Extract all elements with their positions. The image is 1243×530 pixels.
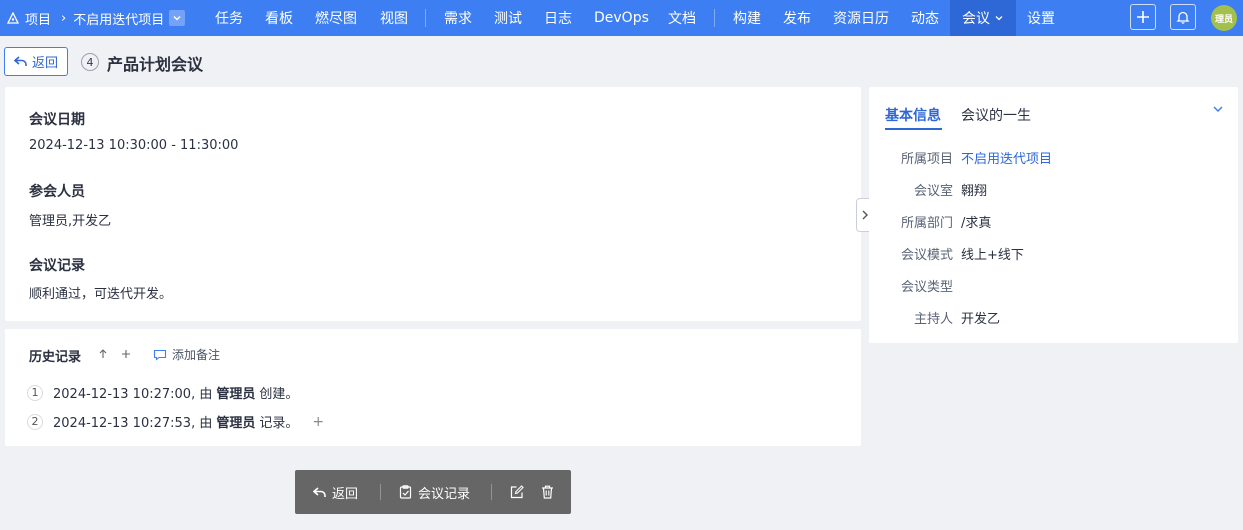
meeting-id-badge: 4 — [81, 53, 99, 71]
plus-icon — [1137, 11, 1149, 23]
field-label-host: 主持人 — [913, 312, 953, 327]
expand-entry-icon[interactable]: + — [312, 414, 324, 430]
nav-requirements[interactable]: 需求 — [444, 0, 472, 36]
field-value-project[interactable]: 不启用迭代项目 — [961, 148, 1052, 167]
trash-icon — [542, 485, 553, 499]
nav-testing[interactable]: 测试 — [494, 0, 522, 36]
expand-all-button[interactable] — [118, 346, 134, 362]
back-button[interactable]: 返回 — [4, 47, 68, 76]
back-button-label: 返回 — [31, 56, 58, 71]
action-toolbar: 返回 会议记录 — [295, 470, 571, 514]
field-label-project: 所属项目 — [900, 152, 953, 167]
meeting-record-label: 会议记录 — [418, 486, 471, 502]
field-label-mode: 会议模式 — [900, 248, 953, 263]
active-tab-indicator — [885, 128, 942, 130]
tab-basic-info[interactable]: 基本信息 — [885, 105, 941, 125]
field-value-room: 翱翔 — [961, 184, 988, 199]
history-entry-action: 记录。 — [259, 416, 299, 431]
history-title: 历史记录 — [29, 350, 82, 365]
chevron-down-icon — [995, 16, 1003, 21]
history-entry-time: 2024-12-13 10:27:53, 由 — [53, 416, 213, 431]
back-arrow-icon — [313, 486, 326, 497]
nav-meetings[interactable]: 会议 — [950, 0, 1016, 36]
breadcrumb-separator-icon: › — [61, 10, 67, 26]
edit-icon — [510, 485, 524, 499]
page-title: 产品计划会议 — [107, 55, 204, 74]
meeting-date-title: 会议日期 — [29, 112, 85, 128]
nav-divider — [425, 9, 426, 27]
meeting-detail-panel: 会议日期 2024-12-13 10:30:00 - 11:30:00 参会人员… — [5, 87, 861, 321]
project-icon — [7, 12, 19, 24]
nav-build[interactable]: 构建 — [733, 0, 761, 36]
meeting-record-button[interactable]: 会议记录 — [399, 470, 470, 514]
chevron-right-icon — [862, 210, 868, 220]
avatar[interactable]: 理员 — [1211, 5, 1237, 31]
meeting-date-value: 2024-12-13 10:30:00 - 11:30:00 — [29, 138, 239, 153]
nav-divider — [714, 9, 715, 27]
project-switcher[interactable]: 项目 › 不启用迭代项目 — [7, 0, 186, 36]
history-entry-user: 管理员 — [216, 416, 256, 431]
history-entry-user: 管理员 — [216, 387, 256, 402]
chevron-down-icon[interactable] — [1212, 104, 1224, 114]
nav-kanban[interactable]: 看板 — [265, 0, 293, 36]
toolbar-divider — [380, 484, 381, 500]
clipboard-check-icon — [399, 485, 412, 499]
chevron-down-icon[interactable] — [169, 10, 186, 26]
history-entry: 2 2024-12-13 10:27:53, 由 管理员 记录。 + — [27, 412, 324, 431]
sort-button[interactable] — [95, 346, 111, 362]
history-entry: 1 2024-12-13 10:27:00, 由 管理员 创建。 — [27, 383, 298, 402]
toolbar-divider — [491, 484, 492, 500]
back-arrow-icon — [13, 56, 27, 66]
field-value-host: 开发乙 — [961, 312, 1001, 327]
nav-release[interactable]: 发布 — [783, 0, 811, 36]
nav-burndown[interactable]: 燃尽图 — [315, 0, 357, 36]
current-project-name[interactable]: 不启用迭代项目 — [73, 9, 164, 28]
notifications-button[interactable] — [1170, 4, 1196, 30]
field-value-mode: 线上+线下 — [961, 248, 1024, 263]
toolbar-back-label: 返回 — [332, 486, 359, 502]
history-entry-number: 2 — [27, 413, 43, 430]
history-entry-action: 创建。 — [259, 387, 299, 402]
project-label: 项目 — [25, 12, 52, 28]
nav-meetings-label: 会议 — [962, 11, 990, 27]
history-entry-number: 1 — [27, 384, 43, 401]
bell-icon — [1176, 11, 1190, 24]
edit-button[interactable] — [510, 470, 524, 514]
history-entry-time: 2024-12-13 10:27:00, 由 — [53, 387, 213, 402]
arrow-up-icon — [99, 349, 107, 358]
add-note-button[interactable]: 添加备注 — [153, 346, 220, 363]
participants-title: 参会人员 — [29, 184, 85, 200]
plus-icon — [122, 350, 130, 358]
field-label-department: 所属部门 — [900, 216, 953, 231]
nav-resource-calendar[interactable]: 资源日历 — [833, 0, 889, 36]
nav-logs[interactable]: 日志 — [544, 0, 572, 36]
history-panel: 历史记录 添加备注 1 2024-12-13 10:27:00, 由 管理员 创… — [5, 329, 861, 446]
minutes-title: 会议记录 — [29, 258, 85, 274]
top-navbar: 项目 › 不启用迭代项目 任务 看板 燃尽图 视图 需求 测试 日志 DevOp… — [0, 0, 1243, 36]
nav-settings[interactable]: 设置 — [1027, 0, 1055, 36]
tab-meeting-lifecycle[interactable]: 会议的一生 — [961, 105, 1031, 125]
participants-value: 管理员,开发乙 — [29, 214, 112, 229]
info-side-panel: 基本信息 会议的一生 所属项目 不启用迭代项目 会议室 翱翔 所属部门 /求真 … — [869, 87, 1238, 343]
nav-devops[interactable]: DevOps — [594, 0, 649, 36]
delete-button[interactable] — [541, 470, 554, 514]
comment-icon — [153, 349, 167, 361]
nav-activity[interactable]: 动态 — [911, 0, 939, 36]
create-button[interactable] — [1130, 4, 1156, 30]
add-note-label: 添加备注 — [172, 348, 221, 362]
nav-views[interactable]: 视图 — [380, 0, 408, 36]
field-label-room: 会议室 — [913, 184, 953, 199]
field-label-type: 会议类型 — [900, 280, 953, 295]
nav-docs[interactable]: 文档 — [668, 0, 696, 36]
minutes-value: 顺利通过，可迭代开发。 — [29, 287, 173, 302]
toolbar-back-button[interactable]: 返回 — [313, 470, 358, 514]
field-value-department: /求真 — [961, 216, 992, 231]
nav-tasks[interactable]: 任务 — [215, 0, 243, 36]
